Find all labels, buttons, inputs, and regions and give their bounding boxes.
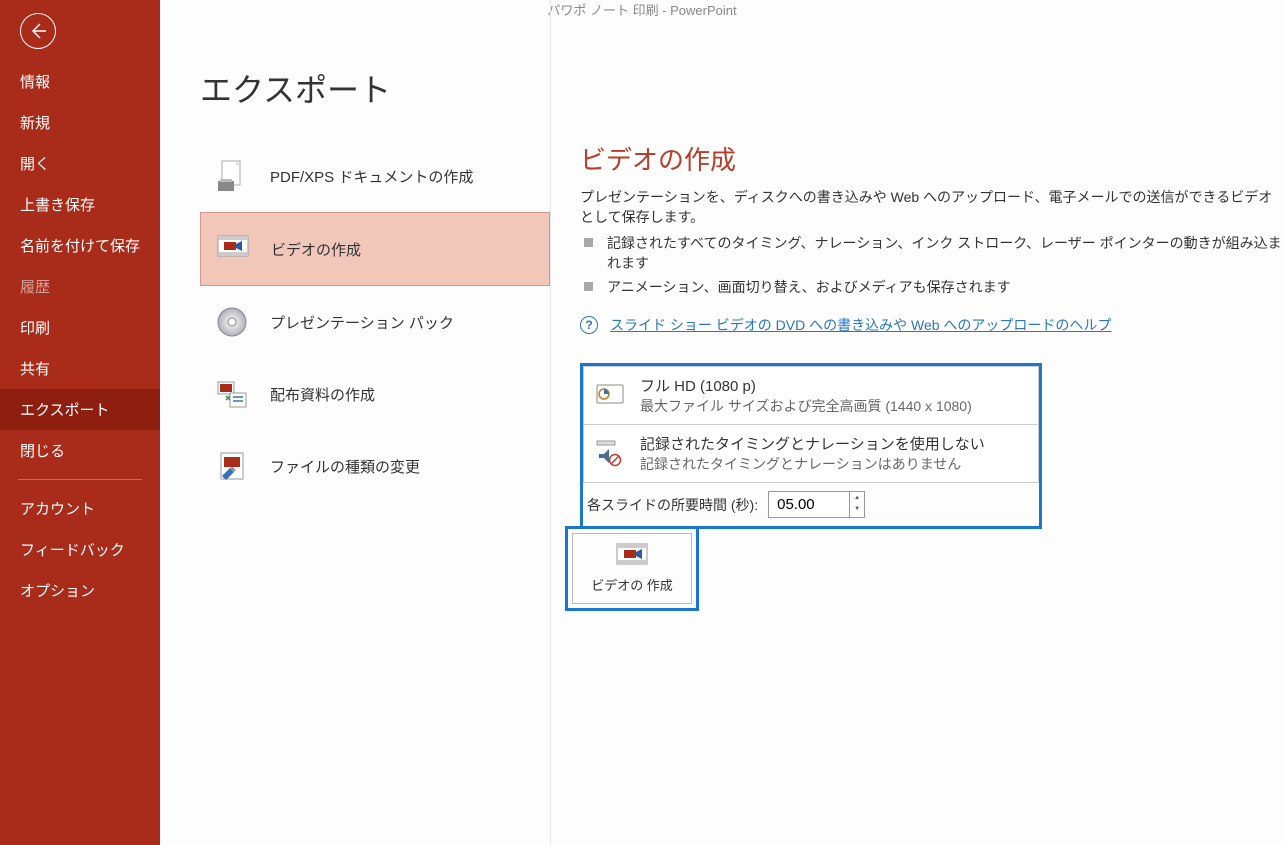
- export-option-1[interactable]: ビデオの作成: [200, 212, 550, 286]
- sidebar-item-7[interactable]: 共有: [0, 348, 160, 389]
- detail-pane: ビデオの作成 プレゼンテーションを、ディスクへの書き込みや Web へのアップロ…: [550, 140, 1284, 845]
- sidebar-item2-0[interactable]: アカウント: [0, 488, 160, 529]
- title-bar: パワポ ノート 印刷 - PowerPoint: [0, 0, 1284, 19]
- settings-highlight-box: フル HD (1080 p) 最大ファイル サイズおよび完全高画質 (1440 …: [580, 363, 1042, 529]
- duration-input[interactable]: [769, 492, 849, 517]
- sidebar-item-0[interactable]: 情報: [0, 61, 160, 102]
- bullet-square-icon: [584, 282, 593, 291]
- sidebar-item-5: 履歴: [0, 266, 160, 307]
- sidebar-divider: [18, 479, 142, 480]
- sidebar-item-1[interactable]: 新規: [0, 102, 160, 143]
- duration-label: 各スライドの所要時間 (秒):: [587, 495, 758, 515]
- export-options-list: PDF/XPS ドキュメントの作成ビデオの作成プレゼンテーション パック配布資料…: [200, 140, 550, 845]
- sidebar-item-2[interactable]: 開く: [0, 143, 160, 184]
- export-option-label: 配布資料の作成: [270, 384, 375, 405]
- sidebar-item-4[interactable]: 名前を付けて保存: [0, 225, 160, 266]
- sidebar-item-9[interactable]: 閉じる: [0, 430, 160, 471]
- export-option-0[interactable]: PDF/XPS ドキュメントの作成: [200, 140, 550, 212]
- vertical-divider: [550, 0, 551, 845]
- changefile-icon: [214, 448, 250, 484]
- resolution-title: フル HD (1080 p): [640, 375, 1028, 396]
- sidebar-item-8[interactable]: エクスポート: [0, 389, 160, 430]
- export-option-3[interactable]: 配布資料の作成: [200, 358, 550, 430]
- detail-bullet-1: アニメーション、画面切り替え、およびメディアも保存されます: [584, 277, 1284, 297]
- spinner-down-button[interactable]: ▼: [850, 503, 864, 514]
- backstage-sidebar: 情報新規開く上書き保存名前を付けて保存履歴印刷共有エクスポート閉じる アカウント…: [0, 0, 160, 845]
- export-option-4[interactable]: ファイルの種類の変更: [200, 430, 550, 502]
- narration-disabled-icon: [594, 438, 626, 470]
- timing-title: 記録されたタイミングとナレーションを使用しない: [640, 433, 1028, 454]
- resolution-dropdown[interactable]: フル HD (1080 p) 最大ファイル サイズおよび完全高画質 (1440 …: [583, 366, 1039, 425]
- create-video-highlight-box: ビデオの 作成: [565, 526, 699, 611]
- sidebar-item2-1[interactable]: フィードバック: [0, 529, 160, 570]
- sidebar-item-6[interactable]: 印刷: [0, 307, 160, 348]
- create-video-button[interactable]: ビデオの 作成: [572, 533, 692, 604]
- sidebar-item2-2[interactable]: オプション: [0, 570, 160, 611]
- resolution-subtitle: 最大ファイル サイズおよび完全高画質 (1440 x 1080): [640, 396, 1028, 416]
- cd-icon: [214, 304, 250, 340]
- export-option-label: プレゼンテーション パック: [270, 312, 454, 333]
- export-option-label: ファイルの種類の変更: [270, 456, 420, 477]
- bullet-text: 記録されたすべてのタイミング、ナレーション、インク ストローク、レーザー ポイン…: [607, 233, 1284, 273]
- pdf-icon: [214, 158, 250, 194]
- monitor-icon: [594, 380, 626, 412]
- video-filmstrip-icon: [614, 542, 650, 574]
- timing-subtitle: 記録されたタイミングとナレーションはありません: [640, 454, 1028, 474]
- export-option-2[interactable]: プレゼンテーション パック: [200, 286, 550, 358]
- detail-title: ビデオの作成: [580, 140, 1284, 177]
- detail-bullet-0: 記録されたすべてのタイミング、ナレーション、インク ストローク、レーザー ポイン…: [584, 233, 1284, 273]
- bullet-square-icon: [584, 238, 593, 247]
- page-title: エクスポート: [200, 65, 391, 111]
- help-icon: ?: [580, 316, 598, 334]
- video-icon: [215, 231, 251, 267]
- help-link[interactable]: スライド ショー ビデオの DVD への書き込みや Web へのアップロードのヘ…: [610, 315, 1111, 335]
- bullet-text: アニメーション、画面切り替え、およびメディアも保存されます: [607, 277, 1011, 297]
- handout-icon: [214, 376, 250, 412]
- export-option-label: ビデオの作成: [271, 239, 361, 260]
- arrow-left-icon: [28, 21, 48, 41]
- export-option-label: PDF/XPS ドキュメントの作成: [270, 166, 473, 187]
- detail-description: プレゼンテーションを、ディスクへの書き込みや Web へのアップロード、電子メー…: [580, 187, 1284, 227]
- spinner-up-button[interactable]: ▲: [850, 492, 864, 503]
- timing-dropdown[interactable]: 記録されたタイミングとナレーションを使用しない 記録されたタイミングとナレーショ…: [583, 425, 1039, 483]
- sidebar-item-3[interactable]: 上書き保存: [0, 184, 160, 225]
- duration-spinner[interactable]: ▲ ▼: [768, 491, 865, 518]
- create-video-button-label: ビデオの 作成: [591, 578, 673, 595]
